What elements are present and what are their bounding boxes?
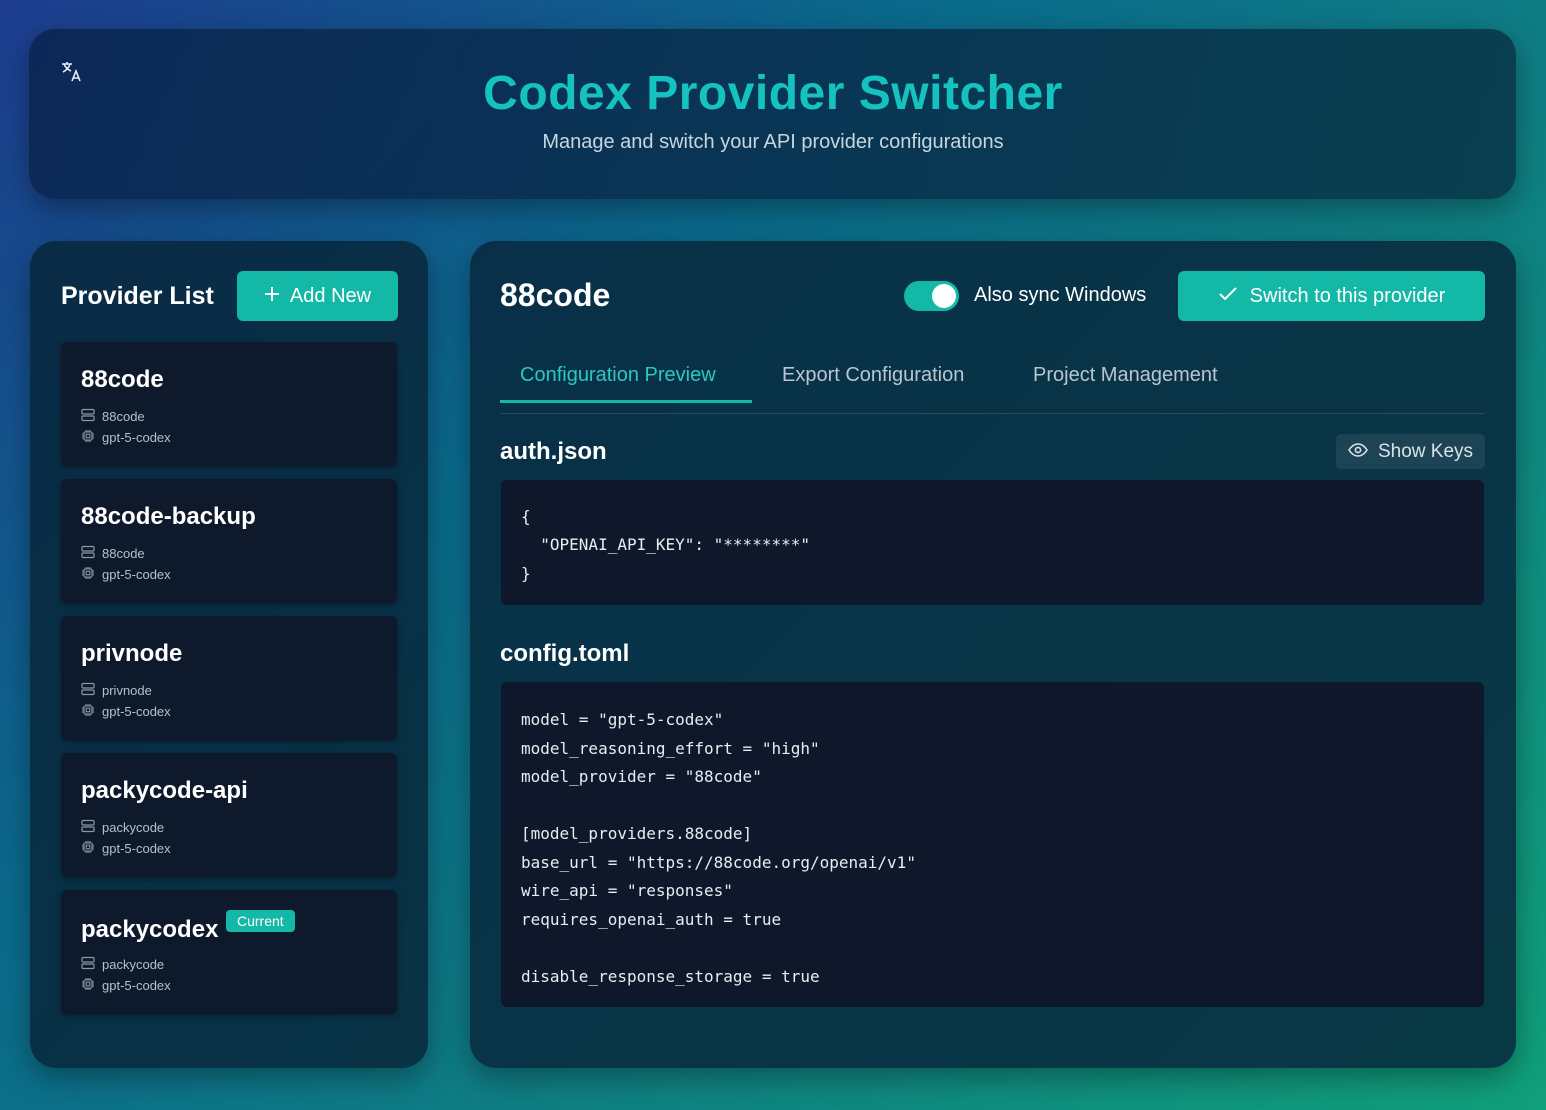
code-line: model = "gpt-5-codex"	[521, 710, 724, 729]
tab-divider	[500, 413, 1485, 414]
tab-export-configuration[interactable]: Export Configuration	[782, 364, 964, 387]
provider-card-name: 88code	[81, 366, 164, 393]
provider-base-text: 88code	[102, 546, 145, 561]
current-badge: Current	[226, 910, 295, 932]
server-icon	[81, 545, 95, 562]
chip-icon	[81, 840, 95, 857]
show-keys-label: Show Keys	[1377, 440, 1474, 462]
config-toml-title: config.toml	[500, 640, 630, 667]
switch-provider-button[interactable]: Switch to this provider	[1178, 271, 1485, 321]
provider-model-text: gpt-5-codex	[102, 567, 171, 582]
sync-windows-toggle[interactable]	[904, 281, 959, 311]
provider-title: 88code	[500, 277, 611, 313]
provider-card-name: 88code-backup	[81, 503, 256, 530]
provider-base-text: 88code	[102, 409, 145, 424]
code-line: base_url = "https://88code.org/openai/v1…	[521, 852, 916, 872]
provider-base-text: packycode	[102, 957, 165, 972]
provider-list-title: Provider List	[61, 282, 214, 310]
add-new-label: Add New	[289, 284, 372, 307]
code-line: }	[521, 563, 531, 583]
provider-card-model: gpt-5-codex	[81, 566, 171, 583]
provider-card-model: gpt-5-codex	[81, 840, 171, 857]
add-new-button[interactable]: Add New	[237, 271, 398, 321]
provider-card-base: packycode	[81, 819, 164, 836]
server-icon	[81, 408, 95, 425]
provider-card[interactable]: packycodex Current packycode gpt-5-codex	[61, 890, 397, 1014]
config-toml-code: model = "gpt-5-codex" model_reasoning_eff…	[501, 682, 1484, 1007]
chip-icon	[81, 429, 95, 446]
provider-card[interactable]: packycode-api packycode gpt-5-codex	[61, 753, 397, 877]
check-icon	[1218, 285, 1238, 308]
provider-model-text: gpt-5-codex	[102, 704, 171, 719]
code-line: {	[521, 507, 531, 526]
code-line: model_reasoning_effort = "high"	[521, 738, 820, 758]
tab-project-management[interactable]: Project Management	[1033, 364, 1218, 387]
provider-card-model: gpt-5-codex	[81, 429, 171, 446]
code-line: requires_openai_auth = true	[521, 909, 782, 929]
code-line: model_provider = "88code"	[521, 767, 762, 786]
provider-model-text: gpt-5-codex	[102, 978, 171, 993]
active-tab-indicator	[500, 400, 752, 403]
provider-base-text: packycode	[102, 820, 165, 835]
app-title: Codex Provider Switcher	[483, 67, 1063, 120]
provider-model-text: gpt-5-codex	[102, 430, 171, 445]
auth-json-code: { "OPENAI_API_KEY": "********"}	[501, 480, 1484, 605]
provider-card-name: packycode-api	[81, 777, 248, 804]
provider-card-base: 88code	[81, 408, 145, 425]
code-line: disable_response_storage = true	[521, 966, 820, 986]
server-icon	[81, 956, 95, 973]
provider-card-name: packycodex	[81, 916, 219, 943]
switch-provider-label: Switch to this provider	[1249, 284, 1446, 307]
provider-model-text: gpt-5-codex	[102, 841, 171, 856]
provider-card[interactable]: privnode privnode gpt-5-codex	[61, 616, 397, 740]
toggle-knob	[932, 284, 956, 308]
app-subtitle: Manage and switch your API provider conf…	[542, 131, 1004, 153]
tab-configuration-preview[interactable]: Configuration Preview	[520, 364, 716, 387]
chip-icon	[81, 703, 95, 720]
provider-card-base: 88code	[81, 545, 145, 562]
server-icon	[81, 819, 95, 836]
plus-icon	[264, 285, 280, 308]
code-line: wire_api = "responses"	[521, 881, 733, 900]
code-line: "OPENAI_API_KEY": "********"	[521, 535, 810, 555]
chip-icon	[81, 566, 95, 583]
auth-json-title: auth.json	[500, 438, 607, 465]
eye-icon	[1348, 441, 1368, 463]
provider-base-text: privnode	[102, 683, 152, 698]
provider-card[interactable]: 88code-backup 88code gpt-5-codex	[61, 479, 397, 603]
provider-card-name: privnode	[81, 640, 183, 667]
show-keys-button[interactable]: Show Keys	[1336, 434, 1485, 469]
code-line: [model_providers.88code]	[521, 824, 753, 843]
provider-card-base: packycode	[81, 956, 164, 973]
provider-card-model: gpt-5-codex	[81, 703, 171, 720]
provider-card[interactable]: 88code 88code gpt-5-codex	[61, 342, 397, 466]
provider-card-model: gpt-5-codex	[81, 977, 171, 994]
sync-windows-label: Also sync Windows	[974, 284, 1147, 306]
server-icon	[81, 682, 95, 699]
provider-card-base: privnode	[81, 682, 152, 699]
chip-icon	[81, 977, 95, 994]
